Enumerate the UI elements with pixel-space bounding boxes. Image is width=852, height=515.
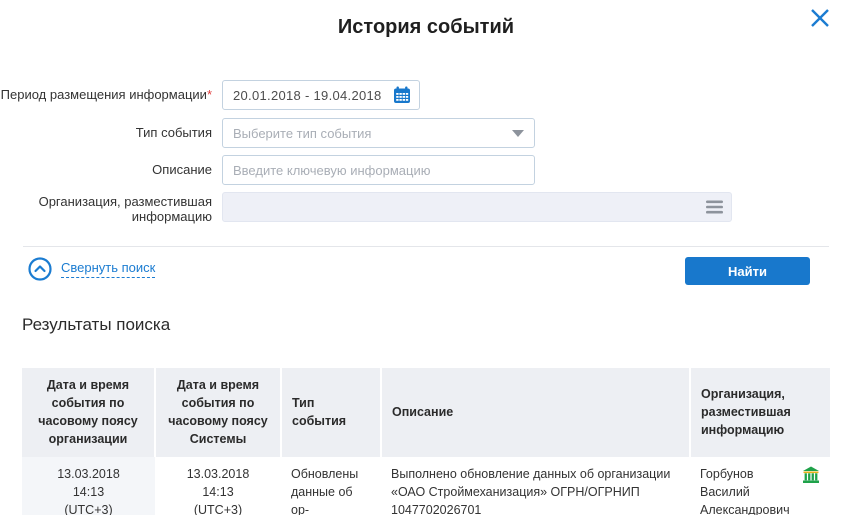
bank-building-icon — [802, 466, 820, 484]
description-row: Описание — [0, 155, 535, 185]
table-header-row: Дата и время события по часовому поясу о… — [22, 368, 830, 457]
table-row[interactable]: 13.03.2018 14:13 (UTC+3) 13.03.2018 14:1… — [22, 457, 830, 515]
description-label: Описание — [0, 155, 222, 185]
event-type-placeholder: Выберите тип события — [233, 126, 371, 141]
event-type-label: Тип события — [0, 118, 222, 148]
search-button[interactable]: Найти — [685, 257, 810, 285]
cell-organization: Горбунов Василий Александрович — [690, 457, 830, 515]
organization-name: Горбунов Василий Александрович — [700, 465, 798, 515]
results-heading: Результаты поиска — [22, 315, 170, 335]
collapse-search-label: Свернуть поиск — [61, 260, 155, 278]
col-header-organization: Организация, разместившая информацию — [690, 368, 830, 457]
col-header-org-time: Дата и время события по часовому поясу о… — [22, 368, 155, 457]
organization-field[interactable] — [222, 192, 732, 222]
calendar-icon[interactable] — [393, 86, 411, 104]
col-header-system-time: Дата и время события по часовому поясу С… — [155, 368, 281, 457]
cell-event-type: Обновлены данные об ор- ганизации — [281, 457, 381, 515]
results-table: Дата и время события по часовому поясу о… — [22, 368, 830, 515]
organization-label: Организация, разместившая информацию — [0, 192, 222, 224]
col-header-description: Описание — [381, 368, 690, 457]
chevron-down-icon — [512, 130, 524, 137]
event-type-row: Тип события Выберите тип события — [0, 118, 535, 148]
page-title: История событий — [0, 16, 852, 39]
period-row: Период размещения информации* 20.01.2018… — [0, 80, 420, 110]
organization-row: Организация, разместившая информацию — [0, 192, 732, 224]
period-label: Период размещения информации* — [0, 80, 222, 110]
cell-org-time: 13.03.2018 14:13 (UTC+3) — [22, 457, 155, 515]
divider — [23, 246, 829, 247]
event-type-select[interactable]: Выберите тип события — [222, 118, 535, 148]
cell-system-time: 13.03.2018 14:13 (UTC+3) — [155, 457, 281, 515]
required-asterisk: * — [207, 87, 212, 102]
collapse-search-link[interactable]: Свернуть поиск — [28, 257, 155, 281]
period-field[interactable]: 20.01.2018 - 19.04.2018 — [222, 80, 420, 110]
col-header-event-type: Тип события — [281, 368, 381, 457]
cell-description: Выполнено обновление данных об организац… — [381, 457, 690, 515]
description-input[interactable] — [222, 155, 535, 185]
chevron-up-circle-icon — [28, 257, 52, 281]
event-history-modal: История событий Период размещения информ… — [0, 0, 852, 515]
period-value: 20.01.2018 - 19.04.2018 — [233, 88, 382, 103]
hamburger-menu-icon[interactable] — [706, 200, 723, 214]
